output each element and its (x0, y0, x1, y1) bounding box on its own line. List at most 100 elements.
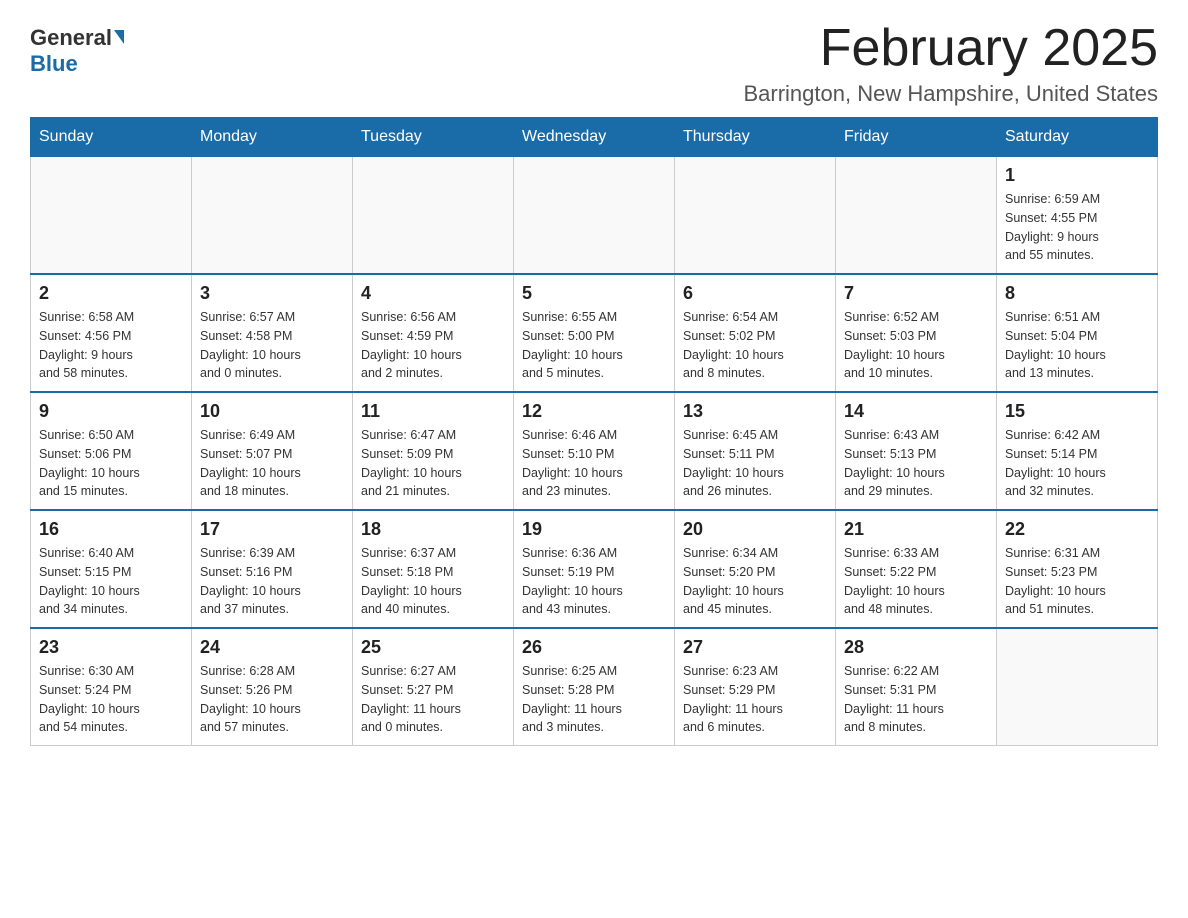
day-info: Sunrise: 6:22 AMSunset: 5:31 PMDaylight:… (844, 662, 988, 737)
calendar-table: Sunday Monday Tuesday Wednesday Thursday… (30, 117, 1158, 746)
page-header: General Blue February 2025 Barrington, N… (30, 20, 1158, 107)
logo: General Blue (30, 25, 124, 77)
day-number: 2 (39, 283, 183, 304)
table-row: 3 Sunrise: 6:57 AMSunset: 4:58 PMDaylight… (192, 274, 353, 392)
calendar-week-row: 1 Sunrise: 6:59 AMSunset: 4:55 PMDaylight… (31, 157, 1158, 275)
day-number: 21 (844, 519, 988, 540)
day-info: Sunrise: 6:30 AMSunset: 5:24 PMDaylight:… (39, 662, 183, 737)
day-info: Sunrise: 6:49 AMSunset: 5:07 PMDaylight:… (200, 426, 344, 501)
table-row: 5 Sunrise: 6:55 AMSunset: 5:00 PMDaylight… (514, 274, 675, 392)
table-row: 24Sunrise: 6:28 AMSunset: 5:26 PMDayligh… (192, 628, 353, 746)
calendar-header-row: Sunday Monday Tuesday Wednesday Thursday… (31, 118, 1158, 157)
header-saturday: Saturday (997, 118, 1158, 157)
day-number: 20 (683, 519, 827, 540)
table-row: 2 Sunrise: 6:58 AMSunset: 4:56 PMDaylight… (31, 274, 192, 392)
day-info: Sunrise: 6:40 AMSunset: 5:15 PMDaylight:… (39, 544, 183, 619)
day-number: 12 (522, 401, 666, 422)
table-row (675, 157, 836, 275)
location-subtitle: Barrington, New Hampshire, United States (743, 81, 1158, 107)
day-info: Sunrise: 6:33 AMSunset: 5:22 PMDaylight:… (844, 544, 988, 619)
table-row: 15Sunrise: 6:42 AMSunset: 5:14 PMDayligh… (997, 392, 1158, 510)
table-row: 10 Sunrise: 6:49 AMSunset: 5:07 PMDayligh… (192, 392, 353, 510)
table-row: 27 Sunrise: 6:23 AMSunset: 5:29 PMDayligh… (675, 628, 836, 746)
day-number: 5 (522, 283, 666, 304)
day-number: 4 (361, 283, 505, 304)
day-number: 10 (200, 401, 344, 422)
table-row: 26Sunrise: 6:25 AMSunset: 5:28 PMDayligh… (514, 628, 675, 746)
header-thursday: Thursday (675, 118, 836, 157)
table-row: 19 Sunrise: 6:36 AMSunset: 5:19 PMDayligh… (514, 510, 675, 628)
header-wednesday: Wednesday (514, 118, 675, 157)
day-info: Sunrise: 6:54 AMSunset: 5:02 PMDaylight:… (683, 308, 827, 383)
day-number: 6 (683, 283, 827, 304)
day-number: 27 (683, 637, 827, 658)
day-info: Sunrise: 6:23 AMSunset: 5:29 PMDaylight:… (683, 662, 827, 737)
table-row: 6 Sunrise: 6:54 AMSunset: 5:02 PMDaylight… (675, 274, 836, 392)
header-friday: Friday (836, 118, 997, 157)
day-info: Sunrise: 6:57 AMSunset: 4:58 PMDaylight:… (200, 308, 344, 383)
day-info: Sunrise: 6:34 AMSunset: 5:20 PMDaylight:… (683, 544, 827, 619)
table-row (514, 157, 675, 275)
logo-general-text: General (30, 25, 112, 51)
day-number: 28 (844, 637, 988, 658)
calendar-week-row: 9 Sunrise: 6:50 AMSunset: 5:06 PMDaylight… (31, 392, 1158, 510)
table-row: 18 Sunrise: 6:37 AMSunset: 5:18 PMDayligh… (353, 510, 514, 628)
table-row (836, 157, 997, 275)
day-info: Sunrise: 6:50 AMSunset: 5:06 PMDaylight:… (39, 426, 183, 501)
day-info: Sunrise: 6:25 AMSunset: 5:28 PMDaylight:… (522, 662, 666, 737)
day-info: Sunrise: 6:37 AMSunset: 5:18 PMDaylight:… (361, 544, 505, 619)
table-row (997, 628, 1158, 746)
table-row: 4 Sunrise: 6:56 AMSunset: 4:59 PMDaylight… (353, 274, 514, 392)
day-number: 16 (39, 519, 183, 540)
day-info: Sunrise: 6:58 AMSunset: 4:56 PMDaylight:… (39, 308, 183, 383)
day-number: 15 (1005, 401, 1149, 422)
day-number: 23 (39, 637, 183, 658)
table-row (31, 157, 192, 275)
day-number: 14 (844, 401, 988, 422)
table-row: 16 Sunrise: 6:40 AMSunset: 5:15 PMDayligh… (31, 510, 192, 628)
day-info: Sunrise: 6:31 AMSunset: 5:23 PMDaylight:… (1005, 544, 1149, 619)
table-row: 21 Sunrise: 6:33 AMSunset: 5:22 PMDayligh… (836, 510, 997, 628)
day-number: 25 (361, 637, 505, 658)
table-row: 11 Sunrise: 6:47 AMSunset: 5:09 PMDayligh… (353, 392, 514, 510)
day-info: Sunrise: 6:52 AMSunset: 5:03 PMDaylight:… (844, 308, 988, 383)
table-row: 20 Sunrise: 6:34 AMSunset: 5:20 PMDayligh… (675, 510, 836, 628)
day-info: Sunrise: 6:51 AMSunset: 5:04 PMDaylight:… (1005, 308, 1149, 383)
table-row: 22 Sunrise: 6:31 AMSunset: 5:23 PMDayligh… (997, 510, 1158, 628)
day-number: 1 (1005, 165, 1149, 186)
day-info: Sunrise: 6:43 AMSunset: 5:13 PMDaylight:… (844, 426, 988, 501)
day-number: 8 (1005, 283, 1149, 304)
table-row: 28 Sunrise: 6:22 AMSunset: 5:31 PMDayligh… (836, 628, 997, 746)
table-row: 12Sunrise: 6:46 AMSunset: 5:10 PMDayligh… (514, 392, 675, 510)
day-info: Sunrise: 6:56 AMSunset: 4:59 PMDaylight:… (361, 308, 505, 383)
day-info: Sunrise: 6:39 AMSunset: 5:16 PMDaylight:… (200, 544, 344, 619)
day-number: 3 (200, 283, 344, 304)
table-row: 14 Sunrise: 6:43 AMSunset: 5:13 PMDayligh… (836, 392, 997, 510)
table-row: 13Sunrise: 6:45 AMSunset: 5:11 PMDayligh… (675, 392, 836, 510)
title-section: February 2025 Barrington, New Hampshire,… (743, 20, 1158, 107)
day-info: Sunrise: 6:36 AMSunset: 5:19 PMDaylight:… (522, 544, 666, 619)
day-number: 22 (1005, 519, 1149, 540)
day-number: 7 (844, 283, 988, 304)
logo-arrow-icon (114, 30, 124, 44)
day-number: 19 (522, 519, 666, 540)
day-info: Sunrise: 6:47 AMSunset: 5:09 PMDaylight:… (361, 426, 505, 501)
day-number: 9 (39, 401, 183, 422)
table-row (353, 157, 514, 275)
table-row (192, 157, 353, 275)
calendar-week-row: 2 Sunrise: 6:58 AMSunset: 4:56 PMDaylight… (31, 274, 1158, 392)
day-info: Sunrise: 6:27 AMSunset: 5:27 PMDaylight:… (361, 662, 505, 737)
day-info: Sunrise: 6:55 AMSunset: 5:00 PMDaylight:… (522, 308, 666, 383)
day-number: 18 (361, 519, 505, 540)
day-info: Sunrise: 6:28 AMSunset: 5:26 PMDaylight:… (200, 662, 344, 737)
day-info: Sunrise: 6:59 AMSunset: 4:55 PMDaylight:… (1005, 190, 1149, 265)
day-info: Sunrise: 6:45 AMSunset: 5:11 PMDaylight:… (683, 426, 827, 501)
day-number: 11 (361, 401, 505, 422)
header-monday: Monday (192, 118, 353, 157)
table-row: 8 Sunrise: 6:51 AMSunset: 5:04 PMDaylight… (997, 274, 1158, 392)
header-sunday: Sunday (31, 118, 192, 157)
calendar-week-row: 23 Sunrise: 6:30 AMSunset: 5:24 PMDayligh… (31, 628, 1158, 746)
table-row: 9 Sunrise: 6:50 AMSunset: 5:06 PMDaylight… (31, 392, 192, 510)
table-row: 25 Sunrise: 6:27 AMSunset: 5:27 PMDayligh… (353, 628, 514, 746)
table-row: 1 Sunrise: 6:59 AMSunset: 4:55 PMDaylight… (997, 157, 1158, 275)
